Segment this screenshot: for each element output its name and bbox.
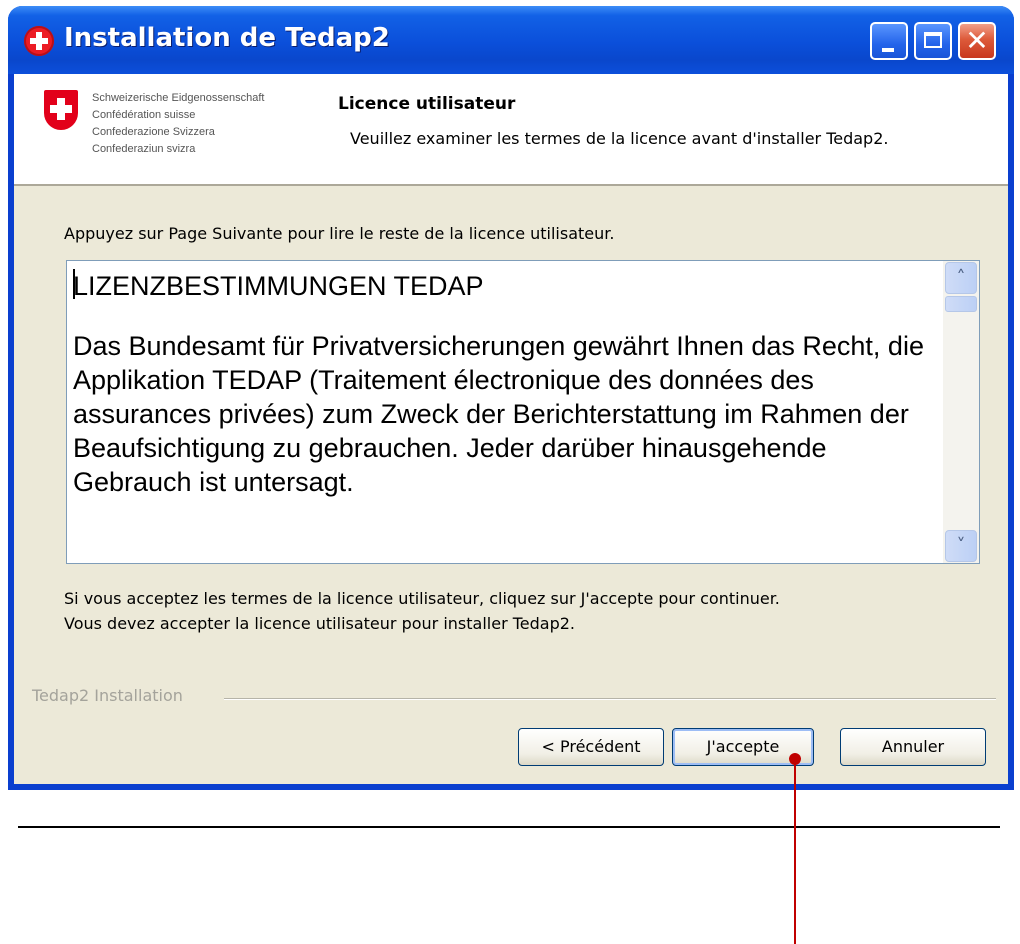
license-scrollbar[interactable]: ˄ ˅ <box>943 261 979 563</box>
maximize-button[interactable] <box>914 22 952 60</box>
page-subtitle: Veuillez examiner les termes de la licen… <box>350 129 889 148</box>
scroll-thumb[interactable] <box>945 296 977 312</box>
scroll-down-button[interactable]: ˅ <box>945 530 977 562</box>
swiss-shield-icon <box>44 90 78 130</box>
callout-dot <box>789 753 801 765</box>
window-title: Installation de Tedap2 <box>64 23 390 53</box>
scroll-up-button[interactable]: ˄ <box>945 262 977 294</box>
accept-instructions: Si vous acceptez les termes de la licenc… <box>64 586 780 636</box>
logo-line: Schweizerische Eidgenossenschaft <box>92 92 265 104</box>
dialog-client-area: Schweizerische Eidgenossenschaft Confédé… <box>14 74 1008 784</box>
minimize-button[interactable] <box>870 22 908 60</box>
page-title: Licence utilisateur <box>338 94 516 114</box>
chevron-down-icon: ˅ <box>956 535 966 556</box>
logo-line: Confederaziun svizra <box>92 143 196 155</box>
license-heading: LIZENZBESTIMMUNGEN TEDAP <box>73 271 484 301</box>
chevron-up-icon: ˄ <box>956 267 966 288</box>
document-divider <box>18 826 1000 828</box>
branding-text: Tedap2 Installation <box>32 686 183 705</box>
license-textbox[interactable]: LIZENZBESTIMMUNGEN TEDAP Das Bundesamt f… <box>66 260 980 564</box>
license-paragraph: Das Bundesamt für Privatversicherungen g… <box>73 331 924 497</box>
logo-line: Confédération suisse <box>92 109 196 121</box>
instruction-text: Appuyez sur Page Suivante pour lire le r… <box>64 224 615 243</box>
close-button[interactable]: ✕ <box>958 22 996 60</box>
cancel-button[interactable]: Annuler <box>840 728 986 766</box>
accept-note-line: Vous devez accepter la licence utilisate… <box>64 614 576 633</box>
previous-button[interactable]: < Précédent <box>518 728 664 766</box>
maximize-icon <box>924 32 942 48</box>
federal-logo-text: Schweizerische Eidgenossenschaft Confédé… <box>92 90 264 158</box>
installer-window: Installation de Tedap2 ✕ Schweizerische … <box>8 6 1014 790</box>
title-bar[interactable]: Installation de Tedap2 ✕ <box>8 6 1014 74</box>
swiss-cross-icon <box>24 26 54 56</box>
dialog-header: Schweizerische Eidgenossenschaft Confédé… <box>14 74 1008 186</box>
minimize-icon <box>882 48 894 52</box>
close-icon: ✕ <box>965 24 989 57</box>
accept-note-line: Si vous acceptez les termes de la licenc… <box>64 589 780 608</box>
text-caret <box>73 269 75 299</box>
branding-divider <box>224 698 996 700</box>
logo-line: Confederazione Svizzera <box>92 126 215 138</box>
callout-line <box>794 758 796 944</box>
license-content: LIZENZBESTIMMUNGEN TEDAP Das Bundesamt f… <box>73 267 933 499</box>
